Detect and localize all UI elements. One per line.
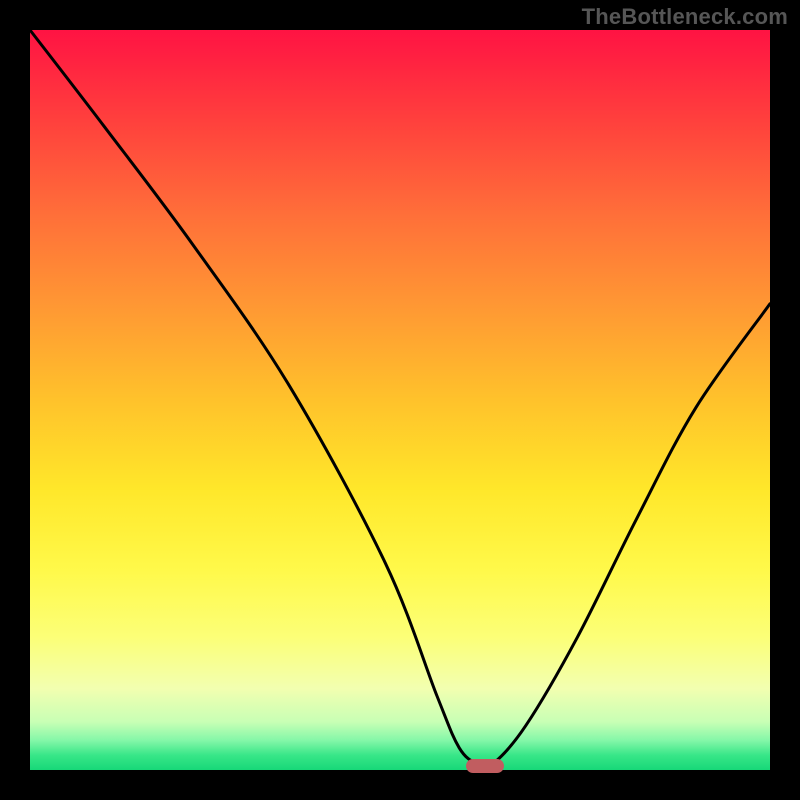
bottleneck-line bbox=[30, 30, 770, 770]
attribution-text: TheBottleneck.com bbox=[582, 4, 788, 30]
plot-area bbox=[30, 30, 770, 770]
valley-marker bbox=[466, 759, 504, 773]
chart-frame: TheBottleneck.com bbox=[0, 0, 800, 800]
